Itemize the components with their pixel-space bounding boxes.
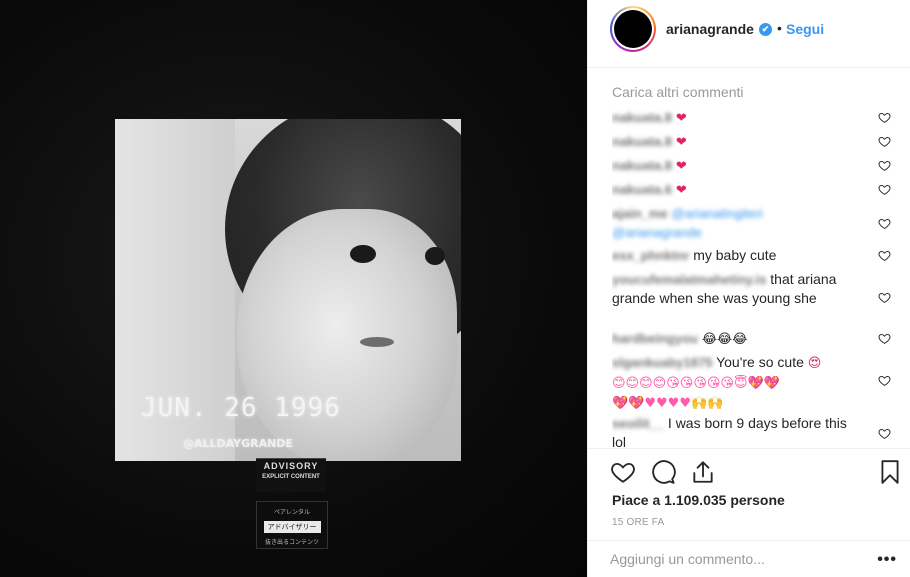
comment-text: You're so cute <box>716 354 804 370</box>
comment-like-heart-icon[interactable] <box>878 134 892 148</box>
comment-like-heart-icon[interactable] <box>878 216 892 230</box>
emoji-sequence: 💖💖♥♥♥♥🙌🙌 <box>612 396 724 411</box>
like-heart-icon[interactable] <box>610 459 636 485</box>
comment-body: slgankuaby1875 You're so cute 😍 😊😊😊😊😘😘😘😘… <box>612 353 857 413</box>
likes-count[interactable]: Piace a 1.109.035 persone <box>612 492 785 508</box>
comment-item: nakuata.8 ❤ <box>612 108 892 128</box>
bookmark-icon[interactable] <box>877 459 903 485</box>
comment-bubble-icon[interactable] <box>650 459 676 485</box>
comment-body: youcufemalatmahetiny.is that ariana gran… <box>612 270 857 307</box>
japanese-advisory-label: ペアレンタル アドバイザリー 抜き出るコンテンツ <box>256 501 328 549</box>
comment-item: nakuata.6 ❤ <box>612 180 892 200</box>
comment-username[interactable]: nakuata.8 <box>612 110 672 125</box>
share-icon[interactable] <box>690 459 716 485</box>
post-actions: Piace a 1.109.035 persone 15 ORE FA <box>588 448 910 538</box>
comment-like-heart-icon[interactable] <box>878 426 892 440</box>
red-heart-emoji: ❤ <box>675 135 687 150</box>
heart-eyes-emoji: 😍 <box>807 356 822 371</box>
username-link[interactable]: arianagrande <box>666 21 754 37</box>
comment-like-heart-icon[interactable] <box>878 110 892 124</box>
post-side-panel: arianagrande ✔ • Segui Carica altri comm… <box>587 0 910 577</box>
photo-eye-left <box>350 245 376 263</box>
add-comment-input[interactable] <box>610 551 850 567</box>
comment-like-heart-icon[interactable] <box>878 373 892 387</box>
advisory-title: ADVISORY <box>263 461 319 471</box>
comment-username[interactable]: nakuata.8 <box>612 158 672 173</box>
comment-item: ajain_me @arianatingiteri @arianagrande <box>612 204 892 242</box>
verified-badge-icon: ✔ <box>759 23 772 36</box>
photo-mouth <box>360 337 394 347</box>
comments-scrollbar[interactable] <box>904 70 909 448</box>
comment-body: nakuata.8 ❤ <box>612 132 857 152</box>
comment-username[interactable]: ajain_me <box>612 206 668 221</box>
post-media[interactable]: JUN. 26 1996 @ALLDAYGRANDE ADVISORY EXPL… <box>0 0 587 577</box>
red-heart-emoji: ❤ <box>675 111 687 126</box>
photo-eye-right <box>425 247 445 265</box>
comment-username[interactable]: nakuata.8 <box>612 134 672 149</box>
post-header: arianagrande ✔ • Segui <box>588 0 910 68</box>
photo-face <box>237 209 457 461</box>
comment-body: hardbeingyou 😂😂😂 <box>612 329 857 349</box>
comment-item: esx_phnktnr my baby cute <box>612 246 892 265</box>
post-timestamp[interactable]: 15 ORE FA <box>612 517 664 528</box>
jp-label-line1: ペアレンタル <box>273 510 310 516</box>
date-stamp: JUN. 26 1996 <box>141 393 341 423</box>
comment-body: nakuata.8 ❤ <box>612 156 857 176</box>
comment-like-heart-icon[interactable] <box>878 248 892 262</box>
comment-item: nakuata.8 ❤ <box>612 156 892 176</box>
comment-item: youcufemalatmahetiny.is that ariana gran… <box>612 270 892 307</box>
comment-composer: ••• <box>588 540 910 577</box>
comment-like-heart-icon[interactable] <box>878 290 892 304</box>
comment-item: slgankuaby1875 You're so cute 😍 😊😊😊😊😘😘😘😘… <box>612 353 892 413</box>
follow-button[interactable]: Segui <box>786 21 824 37</box>
avatar[interactable] <box>610 6 656 52</box>
emoji-sequence: 😊😊😊😊😘😘😘😘😘😇💖💖 <box>612 376 780 391</box>
comment-username[interactable]: slgankuaby1875 <box>612 355 712 370</box>
red-heart-emoji: ❤ <box>675 183 687 198</box>
post-photo[interactable]: JUN. 26 1996 @ALLDAYGRANDE <box>115 119 461 461</box>
comment-username[interactable]: seoilit__ <box>612 416 664 431</box>
red-heart-emoji: ❤ <box>675 159 687 174</box>
comment-item: seoilit__ I was born 9 days before this … <box>612 414 892 448</box>
comment-text: my baby cute <box>693 247 777 263</box>
comments-list[interactable]: Carica altri commenti nakuata.8 ❤ nakuat… <box>612 70 892 448</box>
comment-mention[interactable]: @arianagrande <box>612 225 702 240</box>
load-more-comments-link[interactable]: Carica altri commenti <box>612 84 743 100</box>
comment-body: ajain_me @arianatingiteri @arianagrande <box>612 204 857 242</box>
comment-item: nakuata.8 ❤ <box>612 132 892 152</box>
comment-body: nakuata.8 ❤ <box>612 108 857 128</box>
separator-dot: • <box>777 20 782 36</box>
comment-username[interactable]: youcufemalatmahetiny.is <box>612 272 766 287</box>
comment-username[interactable]: nakuata.6 <box>612 182 672 197</box>
comment-mention[interactable]: @arianatingiteri <box>672 206 763 221</box>
comment-body: esx_phnktnr my baby cute <box>612 246 857 265</box>
comment-body: nakuata.6 ❤ <box>612 180 857 200</box>
comment-like-heart-icon[interactable] <box>878 182 892 196</box>
jp-label-line3: 抜き出るコンテンツ <box>264 540 319 546</box>
more-options-icon[interactable]: ••• <box>877 551 897 569</box>
comment-like-heart-icon[interactable] <box>878 158 892 172</box>
parental-advisory-label: ADVISORY EXPLICIT CONTENT <box>256 458 326 492</box>
comment-username[interactable]: esx_phnktnr <box>612 248 689 263</box>
avatar-image <box>614 10 652 48</box>
comment-username[interactable]: hardbeingyou <box>612 331 698 346</box>
comment-item: hardbeingyou 😂😂😂 <box>612 329 892 349</box>
avatar-ring <box>612 8 654 50</box>
jp-label-line2: アドバイザリー <box>263 521 321 533</box>
comment-body: seoilit__ I was born 9 days before this … <box>612 414 857 448</box>
comment-like-heart-icon[interactable] <box>878 331 892 345</box>
laughing-emoji: 😂😂😂 <box>701 332 748 347</box>
advisory-subtitle: EXPLICIT CONTENT <box>262 474 320 480</box>
photo-watermark: @ALLDAYGRANDE <box>183 437 293 450</box>
